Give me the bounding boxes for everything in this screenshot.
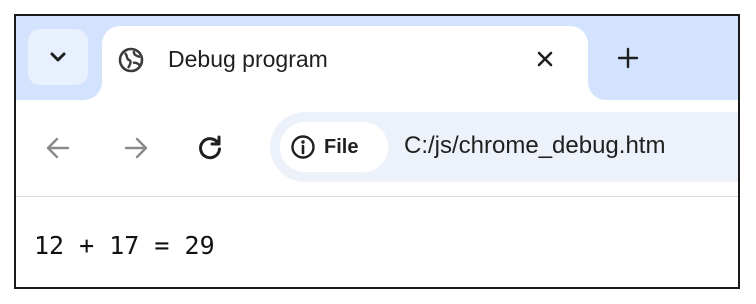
site-info-chip[interactable]: File <box>280 122 388 172</box>
tab-strip: Debug program <box>16 16 738 100</box>
reload-icon <box>199 135 221 160</box>
plus-icon <box>617 47 639 69</box>
toolbar: File C:/js/chrome_debug.htm <box>16 100 738 196</box>
arrow-right-icon <box>124 137 148 159</box>
tab-curve-right <box>588 82 606 100</box>
page-content: 12 + 17 = 29 <box>16 197 738 287</box>
info-icon <box>291 135 315 159</box>
back-button[interactable] <box>40 130 76 166</box>
tab-curve-left <box>84 82 102 100</box>
reload-button[interactable] <box>192 130 228 166</box>
url-text[interactable]: C:/js/chrome_debug.htm <box>404 132 665 160</box>
tab-close-button[interactable] <box>530 44 560 74</box>
tab-title: Debug program <box>168 46 328 72</box>
tab-search-button[interactable] <box>28 29 88 85</box>
browser-window: Debug program File C:/js/chrome_debug.ht… <box>14 14 740 289</box>
close-icon <box>537 51 553 67</box>
new-tab-button[interactable] <box>612 42 644 74</box>
site-info-label: File <box>324 135 359 158</box>
chevron-down-icon <box>50 52 66 62</box>
program-output: 12 + 17 = 29 <box>34 231 215 260</box>
tab-active[interactable]: Debug program <box>84 26 606 100</box>
arrow-left-icon <box>46 137 70 159</box>
forward-button[interactable] <box>118 130 154 166</box>
address-bar[interactable]: File C:/js/chrome_debug.htm <box>270 112 738 182</box>
globe-icon <box>118 47 144 73</box>
